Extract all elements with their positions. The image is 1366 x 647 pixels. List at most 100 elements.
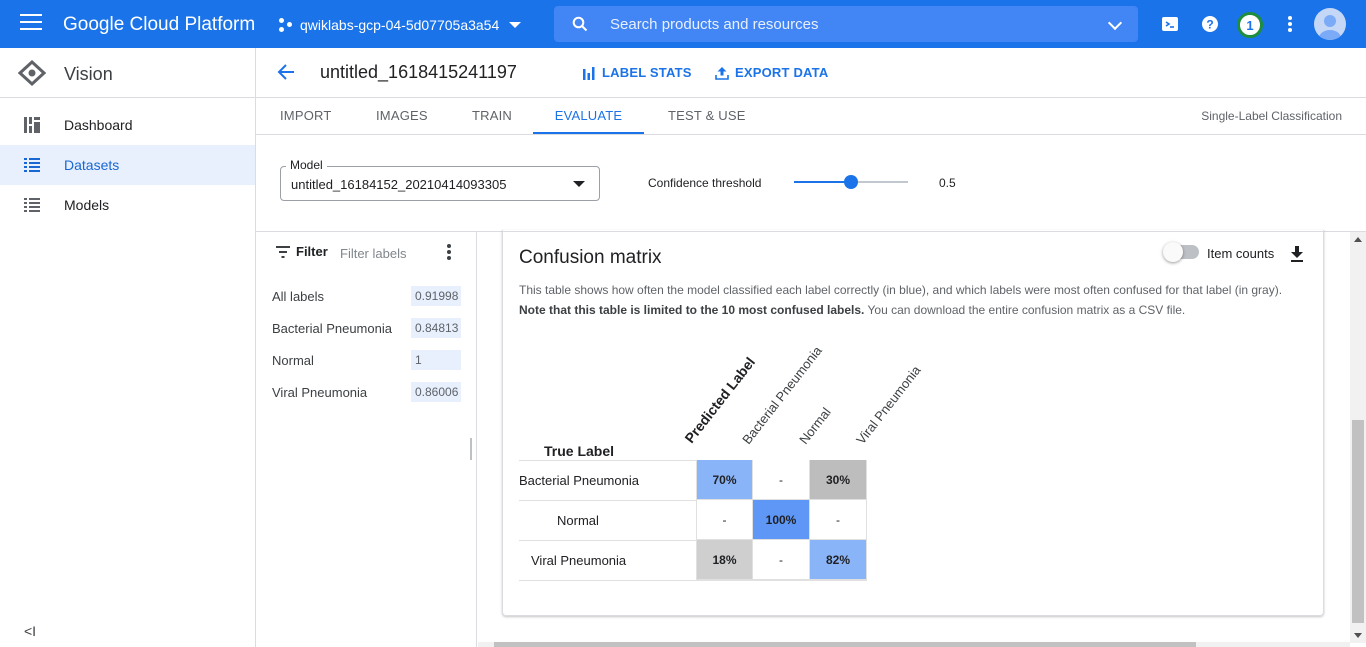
label-name: All labels [272,289,325,304]
item-counts-toggle[interactable] [1163,242,1199,262]
list-icon [24,158,40,172]
project-name: qwiklabs-gcp-04-5d07705a3a54 [300,17,500,33]
label-filter-panel: Filter All labels 0.91998 Bacterial Pneu… [256,232,477,647]
label-row-bacterial[interactable]: Bacterial Pneumonia 0.84813 [272,318,462,338]
matrix-cell[interactable]: - [810,500,867,540]
search-input[interactable] [610,12,1090,36]
classification-type: Single-Label Classification [1201,109,1342,123]
label-name: Viral Pneumonia [272,385,368,400]
filter-labels-input[interactable] [340,243,430,263]
back-arrow-icon[interactable] [276,62,296,82]
caret-down-icon [509,22,522,28]
column-header: Viral Pneumonia [853,362,924,447]
more-vert-icon[interactable] [1280,14,1300,34]
search-bar[interactable] [554,6,1138,42]
scroll-up-icon[interactable] [1354,237,1362,242]
left-nav: Vision Dashboard Datasets Models <I [0,48,256,647]
confidence-slider[interactable] [794,175,908,189]
scroll-thumb[interactable] [494,642,1196,647]
product-title: Vision [64,64,113,84]
item-counts-label: Item counts [1207,246,1275,261]
sidebar-item-datasets[interactable]: Datasets [0,145,255,185]
filter-button[interactable]: Filter [276,244,328,259]
list-icon [24,198,40,212]
panel-resize-handle[interactable] [470,438,472,460]
horizontal-scrollbar[interactable] [478,642,1350,647]
top-bar: Google Cloud Platform qwiklabs-gcp-04-5d… [0,0,1366,48]
caret-down-icon [573,181,585,187]
dataset-header: untitled_1618415241197 LABEL STATS EXPOR… [256,48,1366,98]
project-selector[interactable]: qwiklabs-gcp-04-5d07705a3a54 [279,12,522,38]
model-select[interactable]: untitled_16184152_20210414093305 [280,166,600,201]
avatar[interactable] [1314,8,1346,40]
label-stats-button[interactable]: LABEL STATS [582,65,692,80]
true-label-header: True Label [544,443,615,459]
collapse-nav-icon[interactable]: <I [24,623,36,639]
toggle-knob [1163,242,1183,262]
matrix-cell[interactable]: - [696,500,753,540]
matrix-note-bold: Note that this table is limited to the 1… [519,303,865,317]
scroll-down-icon[interactable] [1354,633,1362,638]
tab-images[interactable]: IMAGES [376,98,428,134]
matrix-cell[interactable]: 82% [810,540,867,580]
matrix-cell[interactable]: - [753,540,810,580]
matrix-note-rest: You can download the entire confusion ma… [864,303,1186,317]
download-icon[interactable] [1290,246,1304,262]
chevron-down-icon[interactable] [1107,15,1123,31]
export-data-button[interactable]: EXPORT DATA [715,65,828,80]
filter-icon [276,245,290,258]
tab-import[interactable]: IMPORT [280,98,332,134]
project-icon [279,18,293,32]
label-row-normal[interactable]: Normal 1 [272,350,462,370]
row-label: Normal [557,512,599,528]
scroll-thumb[interactable] [1352,420,1364,623]
label-row-viral[interactable]: Viral Pneumonia 0.86006 [272,382,462,402]
brand-title[interactable]: Google Cloud Platform [63,14,255,36]
row-divider [519,580,867,581]
label-score: 1 [411,350,461,370]
label-score: 0.86006 [411,382,461,402]
search-icon [572,16,588,32]
label-score: 0.84813 [411,318,461,338]
sidebar-item-label: Datasets [64,157,120,173]
matrix-cell[interactable]: 70% [696,460,753,500]
tab-bar: IMPORT IMAGES TRAIN EVALUATE TEST & USE … [256,98,1366,135]
model-field-label: Model [286,158,327,172]
matrix-description: This table shows how often the model cla… [519,283,1283,297]
evaluation-content: Confusion matrix Item counts This table … [478,230,1350,643]
help-icon[interactable]: ? [1200,14,1220,34]
label-row-all[interactable]: All labels 0.91998 [272,286,462,306]
matrix-cell[interactable]: 100% [753,500,810,540]
row-label: Viral Pneumonia [531,552,627,568]
cloud-shell-icon[interactable] [1160,14,1180,34]
bar-chart-icon [583,66,595,80]
column-header: Normal [796,404,834,447]
slider-thumb[interactable] [844,175,858,189]
menu-icon[interactable] [20,14,42,34]
sidebar-item-models[interactable]: Models [0,185,255,225]
confidence-label: Confidence threshold [648,176,762,190]
sidebar-item-label: Models [64,197,110,213]
tab-test-use[interactable]: TEST & USE [668,98,746,134]
model-settings: untitled_16184152_20210414093305 Model C… [256,135,1366,232]
matrix-cell[interactable]: - [753,460,810,500]
matrix-note: Note that this table is limited to the 1… [519,303,1185,317]
svg-text:?: ? [1206,18,1213,32]
vertical-scrollbar[interactable] [1350,232,1366,643]
matrix-cell[interactable]: 18% [696,540,753,580]
filter-label: Filter [296,244,328,259]
confusion-matrix-card: Confusion matrix Item counts This table … [502,230,1324,616]
notification-badge[interactable]: 1 [1237,12,1263,38]
more-vert-icon[interactable] [446,244,452,260]
matrix-cell[interactable]: 30% [810,460,867,500]
account-icon [1319,15,1341,40]
tab-train[interactable]: TRAIN [472,98,512,134]
dashboard-icon [24,117,40,133]
product-header: Vision [0,48,255,98]
sidebar-item-dashboard[interactable]: Dashboard [0,105,255,145]
upload-icon [715,66,729,80]
tab-evaluate[interactable]: EVALUATE [533,98,644,134]
page-title: untitled_1618415241197 [320,62,517,82]
label-stats-label: LABEL STATS [602,65,692,80]
export-data-label: EXPORT DATA [735,65,829,80]
